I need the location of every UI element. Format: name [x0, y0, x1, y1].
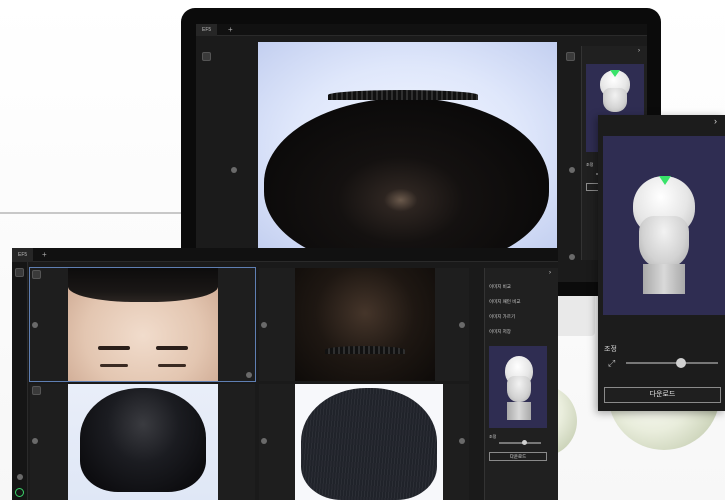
new-tab-button[interactable]: +: [228, 24, 233, 36]
zoom-label: 조정: [489, 434, 497, 439]
expand-icon[interactable]: ⤢: [608, 358, 618, 368]
marketing-stage: EF5 + › 조정 EF5 + › 이미지 비교 이미지 패턴 비교 이미지 …: [0, 0, 725, 500]
new-tab-button[interactable]: +: [42, 248, 47, 262]
laptop-app-window: EF5 + › 이미지 비교 이미지 패턴 비교 이미지 가르기 이미지 저장 …: [12, 248, 558, 500]
photo-cell-top[interactable]: [30, 384, 255, 500]
camera-icon[interactable]: [32, 270, 41, 279]
right-brow: [156, 346, 188, 350]
download-button[interactable]: 다운로드: [489, 452, 547, 461]
crown-photo: [295, 268, 435, 381]
chevron-right-icon[interactable]: ›: [638, 48, 640, 54]
menu-item-save[interactable]: 이미지 저장: [489, 329, 511, 335]
zoom-slider[interactable]: [626, 362, 718, 364]
head-model-neck: [507, 402, 531, 420]
expand-icon[interactable]: [231, 167, 237, 173]
head-model-face: [639, 216, 689, 268]
top-view-photo: [68, 384, 218, 500]
chevron-right-icon[interactable]: ›: [714, 116, 717, 126]
zoom-slider[interactable]: [499, 442, 541, 444]
hairline: [68, 268, 218, 302]
left-brow: [98, 346, 130, 350]
expand-icon[interactable]: [261, 322, 267, 328]
hair-crown: [264, 98, 549, 250]
front-face-photo: [68, 268, 218, 381]
monitor-app-window: EF5 + › 조정: [196, 24, 647, 282]
left-toolbar: [12, 262, 28, 500]
edit-icon[interactable]: [459, 322, 465, 328]
head-model-face: [603, 88, 627, 112]
head-model-neck: [643, 264, 685, 294]
camera-icon[interactable]: [32, 386, 41, 395]
menu-item-compare[interactable]: 이미지 비교: [489, 284, 511, 290]
chevron-right-icon[interactable]: ›: [549, 270, 551, 276]
photo-cell-back[interactable]: [259, 384, 469, 500]
scalp-top-photo[interactable]: [258, 42, 557, 250]
zoom-label: 조정: [604, 346, 617, 353]
back-view-photo: [295, 384, 443, 500]
settings-icon[interactable]: [17, 474, 23, 480]
zoom-slider-knob[interactable]: [522, 440, 527, 445]
tab-bar: EF5 +: [12, 248, 558, 262]
expand-icon[interactable]: [32, 438, 38, 444]
hair-back: [301, 388, 437, 500]
settings-icon[interactable]: [569, 254, 575, 260]
hair-band: [328, 90, 478, 100]
zoom-label: 조정: [586, 162, 594, 167]
menu-item-split[interactable]: 이미지 가르기: [489, 314, 515, 320]
photo-cell-crown[interactable]: [259, 268, 469, 381]
camera-icon[interactable]: [202, 52, 211, 61]
decorative-divider: [0, 212, 182, 214]
laptop-side-panel: › 이미지 비교 이미지 패턴 비교 이미지 가르기 이미지 저장 조정 다운로…: [484, 268, 558, 500]
hair-band: [325, 346, 405, 354]
edit-icon[interactable]: [566, 52, 575, 61]
expand-icon[interactable]: [261, 438, 267, 444]
download-button[interactable]: 다운로드: [604, 387, 721, 403]
head-model-viewport[interactable]: [603, 136, 725, 315]
head-model-face: [507, 376, 531, 402]
edit-icon[interactable]: [459, 438, 465, 444]
marker-icon: [610, 70, 620, 77]
hair-top: [80, 388, 206, 492]
tab-bar: EF5 +: [196, 24, 647, 36]
edit-icon[interactable]: [246, 372, 252, 378]
head-model-viewport[interactable]: [489, 346, 547, 428]
power-icon[interactable]: [15, 488, 24, 497]
tab-active[interactable]: EF5: [196, 24, 218, 36]
zoom-slider-knob[interactable]: [676, 358, 687, 368]
camera-icon[interactable]: [15, 268, 24, 277]
tab-active[interactable]: EF5: [12, 248, 34, 262]
left-eye: [100, 364, 128, 367]
expand-icon[interactable]: [569, 167, 575, 173]
marker-icon: [659, 176, 671, 185]
popout-panel: › 조정 ⤢ 다운로드: [598, 115, 725, 411]
photo-cell-front[interactable]: [29, 267, 256, 382]
right-eye: [158, 364, 186, 367]
expand-icon[interactable]: [32, 322, 38, 328]
menu-item-pattern-compare[interactable]: 이미지 패턴 비교: [489, 299, 520, 305]
